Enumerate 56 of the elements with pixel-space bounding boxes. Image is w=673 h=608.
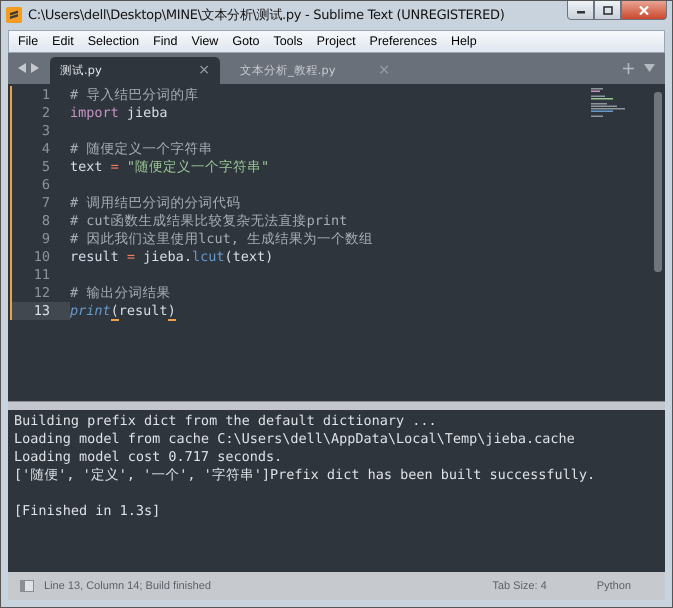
- output-line: Loading model cost 0.717 seconds.: [14, 448, 284, 466]
- minimize-button[interactable]: [567, 1, 594, 20]
- output-line: ['随便', '定义', '一个', '字符串']Prefix dict has been built successfully.: [14, 466, 596, 484]
- syntax-label[interactable]: Python: [596, 580, 631, 592]
- status-text: Line 13, Column 14; Build finished: [44, 580, 211, 592]
- new-tab-icon[interactable]: [623, 62, 634, 74]
- line-number: 4: [40, 140, 51, 157]
- output-line: Building prefix dict from the default dictionary ...: [14, 412, 438, 430]
- line-number: 13: [12, 302, 70, 320]
- close-tab-icon[interactable]: ×: [198, 62, 210, 78]
- minimap-drawing: [591, 88, 627, 118]
- line-number: 6: [40, 176, 51, 193]
- code-line: # 调用结巴分词的分词代码: [70, 194, 240, 212]
- code-line: import jieba: [70, 104, 168, 121]
- line-number: 2: [40, 104, 51, 121]
- menu-item[interactable]: Project: [310, 34, 363, 48]
- menu-item[interactable]: File: [11, 34, 46, 48]
- tab-navigation-icon[interactable]: [18, 63, 40, 74]
- output-line: [Finished in 1.3s]: [14, 502, 162, 520]
- panel-toggle-icon[interactable]: [20, 580, 34, 592]
- close-button[interactable]: [621, 1, 667, 20]
- menu-item[interactable]: Help: [444, 34, 484, 48]
- file-tab[interactable]: 测试.py ×: [50, 56, 220, 84]
- line-number: 11: [32, 266, 51, 283]
- menu-item[interactable]: Edit: [45, 34, 81, 48]
- dropdown-icon[interactable]: [644, 64, 655, 72]
- menu-item[interactable]: Selection: [80, 34, 146, 48]
- code-line: print(result): [70, 302, 176, 319]
- line-number: 10: [32, 248, 51, 265]
- code-line: # 输出分词结果: [70, 284, 170, 302]
- maximize-button[interactable]: [594, 1, 621, 20]
- line-number: 1: [40, 86, 51, 103]
- line-number: 3: [40, 122, 51, 139]
- line-number: 8: [40, 212, 51, 229]
- line-number: 9: [40, 230, 51, 247]
- code-line: # 随便定义一个字符串: [70, 140, 212, 158]
- code-line: # cut函数生成结果比较复杂无法直接print: [70, 212, 348, 230]
- code-line: result = jieba.lcut(text): [70, 248, 274, 265]
- menu-item[interactable]: Preferences: [362, 34, 444, 48]
- code-line: # 因此我们这里使用lcut, 生成结果为一个数组: [70, 230, 374, 248]
- line-number: 12: [32, 284, 51, 301]
- line-number: 5: [40, 158, 51, 175]
- menu-item[interactable]: View: [184, 34, 226, 48]
- close-icon: [639, 6, 649, 14]
- menu-item[interactable]: Tools: [266, 34, 310, 48]
- app-icon: [6, 7, 22, 24]
- output-line: Loading model from cache C:\Users\dell\AppData\Local\Temp\jieba.cache: [14, 430, 576, 448]
- code-line: # 导入结巴分词的库: [70, 86, 198, 104]
- scrollbar-thumb[interactable]: [654, 92, 662, 272]
- maximize-icon: [602, 6, 612, 14]
- tab-size-label[interactable]: Tab Size: 4: [492, 580, 547, 592]
- line-number: 7: [40, 194, 51, 211]
- window-title: C:\Users\dell\Desktop\MINE\文本分析\测试.py - Sublime Text (UNREGISTERED): [28, 7, 505, 24]
- menu-item[interactable]: Goto: [225, 34, 266, 48]
- code-line: text = "随便定义一个字符串": [70, 158, 270, 176]
- menu-item[interactable]: Find: [146, 34, 184, 48]
